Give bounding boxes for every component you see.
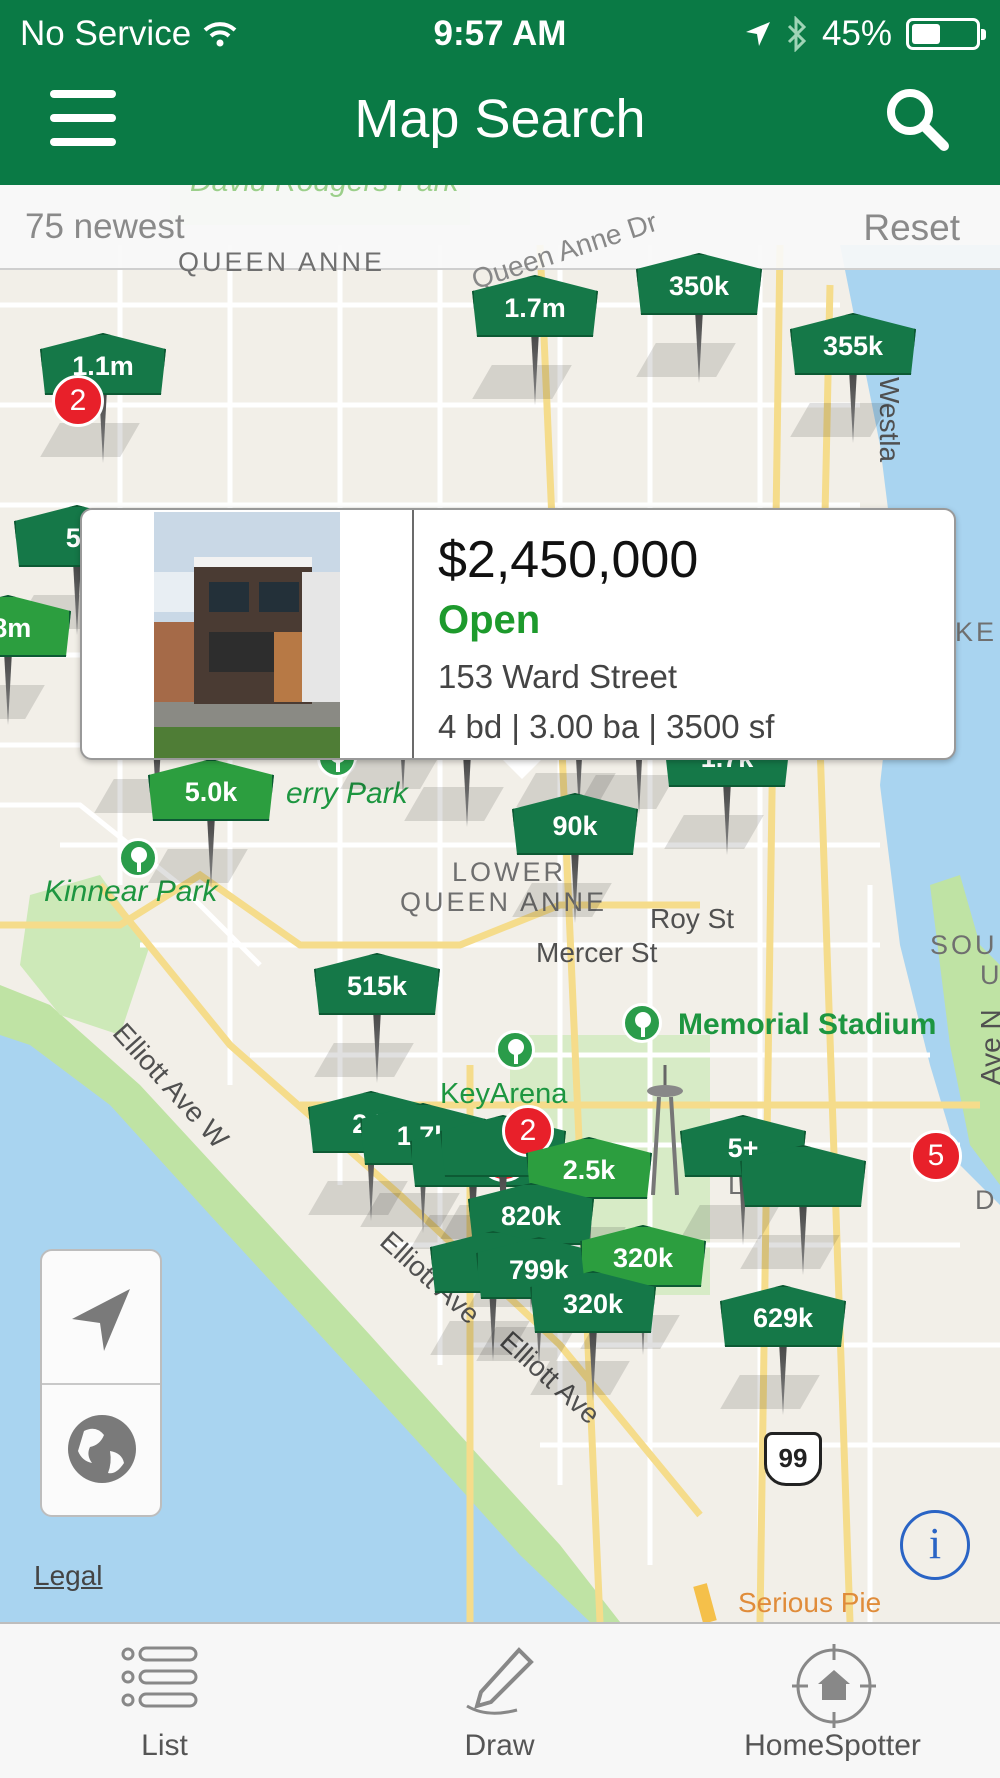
pin-price-label: 350k [668,271,730,301]
search-icon[interactable] [882,84,952,154]
pin-price-label: .8m [0,613,32,643]
battery-icon [906,18,986,50]
street-label: Ave N [975,1009,1000,1085]
edge-label: D [975,1185,998,1215]
listing-specs: 4 bd | 3.00 ba | 3500 sf [438,708,775,745]
listing-callout[interactable]: $2,450,000 Open 153 Ward Street 4 bd | 3… [80,508,956,760]
reset-button[interactable]: Reset [863,207,960,249]
listing-pin[interactable]: 515k [314,953,440,1103]
park-label: David Rodgers Park [190,185,458,199]
listing-pin[interactable]: 355k [790,313,916,463]
map-view[interactable]: 75 newest Reset David Rodgers Park QUEEN… [0,185,1000,1622]
tab-label: Draw [464,1729,535,1762]
listing-price: $2,450,000 [438,531,699,589]
edge-label: KE [955,617,998,647]
bluetooth-icon [787,16,807,52]
homespotter-crosshair-icon [792,1644,876,1728]
current-location-icon[interactable] [64,1281,140,1357]
status-bar: No Service 9:57 AM 45% [0,0,1000,70]
cluster-count-badge[interactable]: 2 [52,375,104,427]
pin-price-label: 820k [500,1201,562,1231]
tab-list[interactable]: List [0,1624,333,1778]
neighborhood-label: QUEEN ANNE [178,247,386,277]
pencil-icon [466,1647,534,1715]
pin-price-label: 2.5k [562,1155,616,1185]
tab-draw[interactable]: Draw [333,1624,666,1778]
tab-bar: List Draw HomeSpotter [0,1622,1000,1778]
pin-price-label: 5.0k [184,777,238,807]
controls-divider [42,1383,160,1385]
cluster-count-badge[interactable]: 5 [910,1130,962,1182]
info-icon[interactable]: i [900,1510,970,1580]
filter-label[interactable]: 75 newest [25,207,185,247]
location-arrow-icon [745,22,770,46]
map-controls [40,1249,162,1517]
highway-shield: 99 [764,1432,822,1486]
tab-label: List [141,1729,188,1762]
status-right: 45% [744,14,986,54]
pin-price-label: 320k [562,1289,624,1319]
pin-price-label: 355k [822,331,884,361]
pin-price-label: 1.1m [72,351,134,381]
stadium-icon [495,1030,535,1070]
pin-price-label: 515k [346,971,408,1001]
listing-pin[interactable]: .8m [0,595,71,745]
tab-label: HomeSpotter [744,1729,921,1762]
legal-link[interactable]: Legal [34,1560,103,1592]
pin-price-label: 90k [552,811,598,841]
pin-price-label: 629k [752,1303,814,1333]
listing-pin[interactable]: 1.7m [472,275,598,425]
stadium-icon [622,1003,662,1043]
globe-icon[interactable] [64,1411,140,1487]
pin-price-label: 320k [612,1243,674,1273]
edge-label: U [980,960,1000,990]
street-label: Roy St [650,903,735,934]
tab-homespotter[interactable]: HomeSpotter [666,1624,999,1778]
listing-status: Open [438,598,541,642]
battery-fill [912,24,940,44]
app-header: No Service 9:57 AM 45% Map Search [0,0,1000,185]
nav-bar: Map Search [0,70,1000,185]
listing-pin[interactable] [740,1145,866,1295]
edge-label: SOU [930,930,998,960]
poi-label[interactable]: Memorial Stadium [678,1008,936,1042]
listing-address: 153 Ward Street [438,658,678,695]
battery-percent: 45% [821,14,892,53]
pin-price-label: 1.7m [504,293,566,323]
list-icon [121,1646,198,1708]
listing-pin[interactable]: 629k [720,1285,846,1435]
listing-pin[interactable]: 5.0k [148,759,274,909]
poi-label[interactable]: Serious Pie [738,1587,881,1619]
house-photo[interactable] [154,512,340,758]
page-title: Map Search [354,89,646,149]
listing-pin[interactable]: 320k [530,1271,656,1421]
listing-pin[interactable]: 350k [636,253,762,403]
listing-pin[interactable]: 90k [512,793,638,943]
callout-divider [412,510,414,758]
